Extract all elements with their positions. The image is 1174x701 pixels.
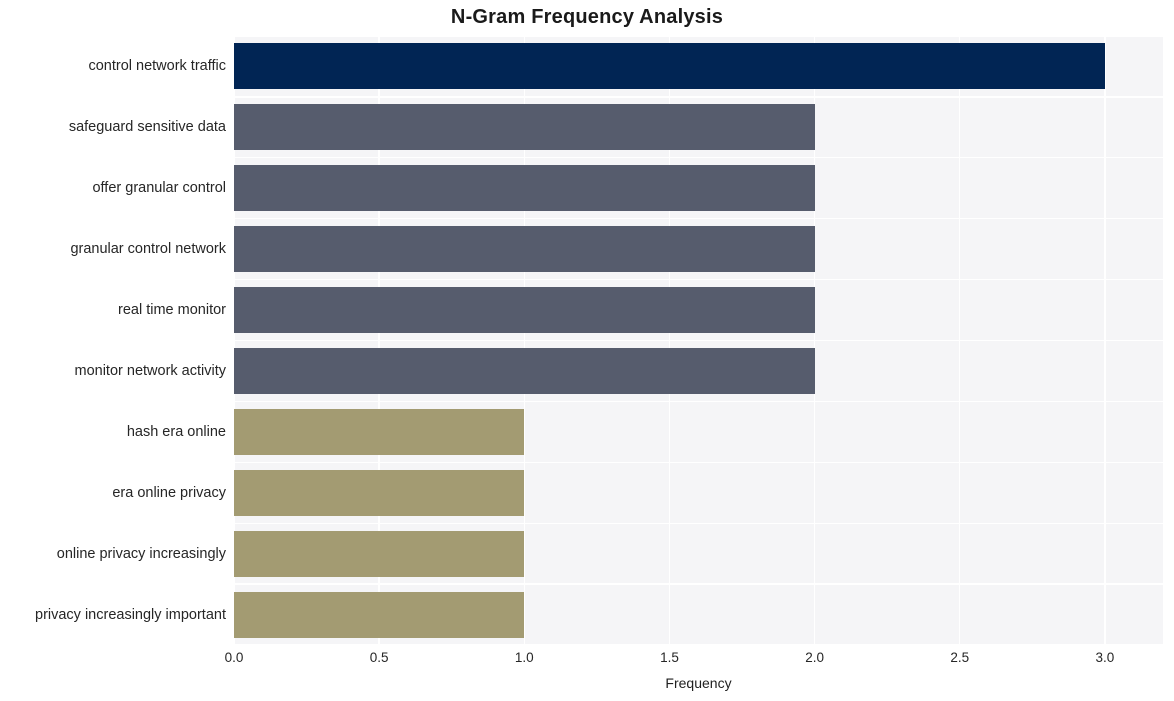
y-axis-tick-label: monitor network activity [74, 362, 227, 379]
y-axis-tick-labels: control network traffic safeguard sensiti… [0, 36, 226, 645]
x-axis-tick-labels: 0.0 0.5 1.0 1.5 2.0 2.5 3.0 [225, 650, 1163, 670]
bar [234, 43, 1105, 90]
x-axis-label: Frequency [665, 675, 732, 691]
y-axis-tick-label: online privacy increasingly [56, 545, 226, 562]
x-axis-tick-label: 2.5 [950, 650, 970, 665]
bar [234, 104, 815, 151]
x-axis-tick-label: 2.0 [805, 650, 825, 665]
y-axis-tick-label: safeguard sensitive data [68, 119, 226, 136]
bar [234, 226, 815, 273]
bar [234, 530, 525, 577]
bar [234, 347, 815, 394]
x-axis-tick-label: 1.5 [660, 650, 679, 665]
chart-figure: N-Gram Frequency Analysis control networ… [0, 0, 1174, 701]
y-axis-tick-label: hash era online [126, 423, 226, 440]
y-axis-tick-label: real time monitor [118, 302, 226, 319]
x-axis-tick-label: 1.0 [514, 650, 534, 665]
bar [234, 591, 525, 638]
bar [234, 165, 815, 212]
bar [234, 408, 525, 455]
page-title: N-Gram Frequency Analysis [450, 6, 724, 28]
x-axis-tick-label: 3.0 [1095, 650, 1115, 665]
y-axis-tick-label: granular control network [70, 241, 226, 258]
bar [234, 287, 815, 334]
y-axis-tick-label: privacy increasingly important [35, 606, 226, 623]
y-axis-tick-label: era online privacy [112, 484, 226, 501]
bar-series [234, 36, 1163, 645]
plot-area [233, 35, 1163, 646]
x-axis-tick-label: 0.0 [224, 650, 244, 665]
y-axis-tick-label: control network traffic [88, 58, 226, 75]
bar [234, 469, 525, 516]
x-axis-tick-label: 0.5 [369, 650, 389, 665]
y-axis-tick-label: offer granular control [92, 180, 226, 197]
